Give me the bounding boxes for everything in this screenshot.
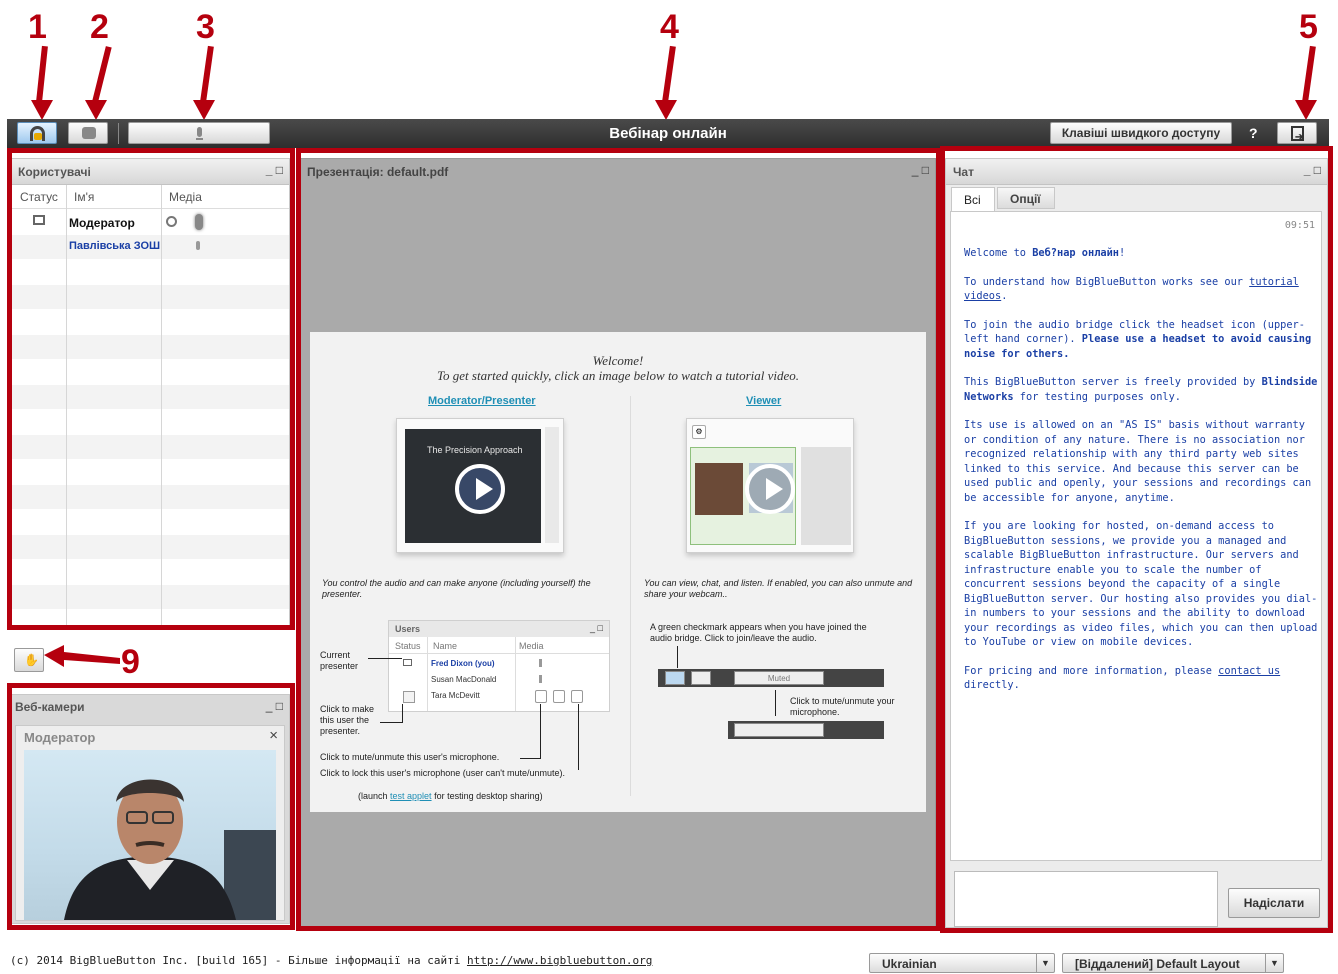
users-panel-title: Користувачі _ □	[11, 159, 289, 185]
moderator-tutorial-thumbnail[interactable]: The Precision Approach	[396, 418, 564, 553]
mini-toolbar-muted	[728, 721, 884, 739]
callout-5: 5	[1299, 8, 1318, 46]
contact-us-link[interactable]: contact us	[1218, 665, 1280, 677]
chat-timestamp: 09:51	[1284, 220, 1315, 231]
empty-user-row	[11, 510, 289, 534]
logout-button[interactable]: ➔	[1277, 122, 1317, 144]
empty-user-row	[11, 435, 289, 459]
user-row[interactable]: Модератор	[11, 211, 289, 235]
chevron-down-icon: ▼	[1265, 954, 1283, 972]
callout-1: 1	[28, 8, 47, 46]
slide-welcome: Welcome!	[592, 353, 644, 368]
user-name: Модератор	[69, 216, 135, 230]
callout-3: 3	[196, 8, 215, 46]
tab-all[interactable]: Всі	[951, 187, 995, 211]
empty-user-row	[11, 310, 289, 334]
microphone-icon[interactable]	[195, 214, 203, 230]
viewer-tutorial-thumbnail[interactable]: ⚙	[686, 418, 854, 553]
help-button[interactable]: ?	[1249, 125, 1258, 141]
moderator-caption: You control the audio and can make anyon…	[322, 578, 591, 599]
raise-hand-button[interactable]: ✋	[14, 648, 44, 672]
empty-user-row	[11, 360, 289, 384]
empty-user-row	[11, 535, 289, 559]
empty-user-row	[11, 285, 289, 309]
thumbnail-title: The Precision Approach	[427, 445, 523, 455]
webcams-panel-title: Веб-камери	[15, 700, 85, 714]
video-window: Модератор ×	[15, 725, 285, 921]
close-icon[interactable]: ×	[269, 727, 278, 744]
muted-label: Muted	[734, 671, 824, 685]
label-current-presenter: Current presenter	[320, 650, 359, 671]
video-title: Модератор	[24, 730, 96, 745]
presentation-title: Презентація: default.pdf	[307, 165, 449, 179]
minimize-maximize-controls[interactable]: _ □	[1304, 163, 1321, 177]
microphone-icon[interactable]	[196, 241, 200, 250]
mini-toolbar: Muted	[658, 669, 884, 687]
chat-panel-title: Чат _ □	[946, 159, 1327, 185]
presentation-slide: Welcome! To get started quickly, click a…	[310, 332, 926, 812]
column-media[interactable]: Медіа	[163, 185, 208, 209]
bigbluebutton-link[interactable]: http://www.bigbluebutton.org	[467, 954, 652, 967]
empty-user-row	[11, 610, 289, 634]
language-select[interactable]: Ukrainian ▼	[869, 953, 1055, 973]
empty-user-row	[11, 585, 289, 609]
column-status[interactable]: Статус	[14, 185, 64, 209]
callout-4: 4	[660, 8, 679, 46]
label-mute-user: Click to mute/unmute this user's microph…	[320, 752, 500, 762]
minimize-maximize-controls[interactable]: _ □	[266, 163, 283, 177]
footer-copyright: (c) 2014 BigBlueButton Inc. [build 165] …	[10, 954, 653, 967]
chat-input[interactable]	[954, 871, 1218, 927]
label-lock-user: Click to lock this user's microphone (us…	[320, 768, 566, 778]
minimize-maximize-controls[interactable]: _ □	[266, 699, 283, 713]
layout-select[interactable]: [Віддалений] Default Layout ▼	[1062, 953, 1284, 973]
slide-subtitle: To get started quickly, click an image b…	[436, 368, 800, 383]
empty-user-row	[11, 485, 289, 509]
column-name[interactable]: Ім'я	[68, 185, 100, 209]
callout-arrow-9	[44, 645, 120, 667]
label-make-presenter: Click to make this user the presenter.	[320, 704, 375, 736]
mini-users-title: Users	[395, 624, 421, 634]
empty-user-row	[11, 410, 289, 434]
mute-note: Click to mute/unmute your microphone.	[790, 696, 895, 717]
presenter-icon[interactable]	[33, 215, 45, 225]
chevron-down-icon: ▼	[1036, 954, 1054, 972]
callout-9: 9	[121, 643, 140, 681]
webcam-video-image	[64, 779, 276, 920]
empty-user-row	[11, 260, 289, 284]
test-applet-link[interactable]: test applet	[390, 791, 432, 801]
user-row[interactable]: Павлівська ЗОШ	[11, 235, 289, 259]
mini-user-row: Fred Dixon (you)	[431, 659, 495, 668]
mini-user-row: Tara McDevitt	[431, 691, 480, 700]
viewer-caption: You can view, chat, and listen. If enabl…	[644, 578, 913, 599]
send-button[interactable]: Надіслати	[1228, 888, 1320, 918]
empty-user-row	[11, 460, 289, 484]
moderator-tutorial-link[interactable]: Moderator/Presenter	[428, 395, 536, 407]
viewer-tutorial-link[interactable]: Viewer	[746, 395, 781, 407]
top-toolbar: Вебінар онлайн Клавіші швидкого доступу …	[7, 119, 1329, 148]
empty-user-row	[11, 335, 289, 359]
empty-user-row	[11, 385, 289, 409]
callout-2: 2	[90, 8, 109, 46]
chat-messages: 09:51 Welcome to Веб?нар онлайн! To unde…	[950, 211, 1322, 861]
empty-user-row	[11, 560, 289, 584]
webcam-icon[interactable]	[166, 216, 177, 227]
users-panel: Користувачі _ □ Статус Ім'я Медіа Модера…	[10, 158, 290, 634]
launch-note: (launch test applet for testing desktop …	[358, 791, 543, 801]
presentation-panel: Презентація: default.pdf _ □ Welcome! To…	[300, 158, 936, 928]
user-name: Павлівська ЗОШ	[69, 240, 161, 252]
video-feed	[24, 750, 276, 920]
minimize-maximize-controls[interactable]: _ □	[912, 163, 929, 177]
checkmark-note: A green checkmark appears when you have …	[650, 622, 867, 643]
webcams-panel: Веб-камери _ □ Модератор ×	[10, 694, 290, 924]
raise-hand-icon: ✋	[24, 653, 39, 667]
mini-users-table: Users _ □ Status Name Media Fred Dixon (…	[388, 620, 610, 712]
shortcuts-button[interactable]: Клавіші швидкого доступу	[1050, 122, 1232, 144]
mini-user-row: Susan MacDonald	[431, 675, 497, 684]
tab-options[interactable]: Опції	[997, 187, 1055, 209]
chat-panel: Чат _ □ Всі Опції 09:51 Welcome to Веб?н…	[945, 158, 1328, 928]
